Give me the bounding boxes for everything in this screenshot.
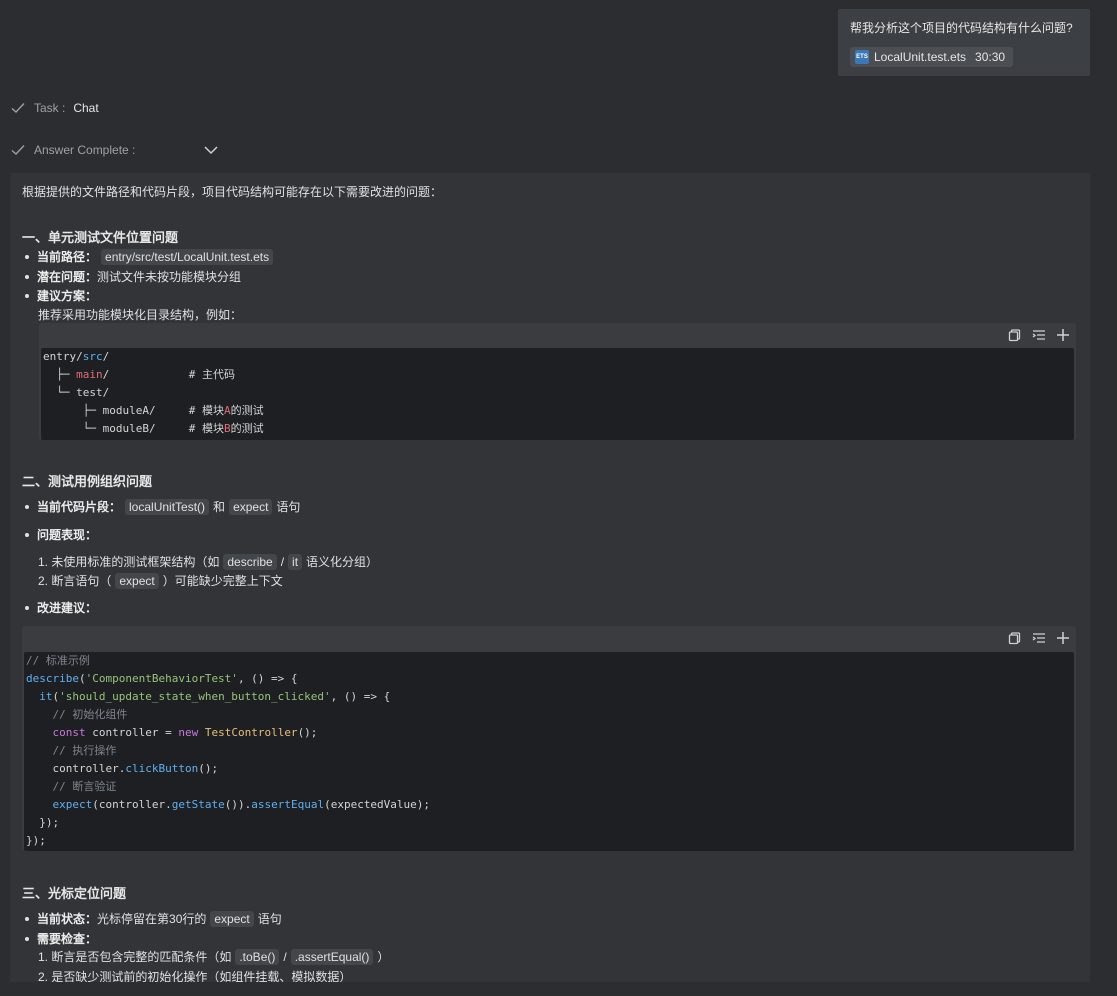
answer-intro: 根据提供的文件路径和代码片段，项目代码结构可能存在以下需要改进的问题： [22,185,443,199]
answer-complete-label: Answer Complete : [34,143,136,157]
task-value: Chat [73,101,99,115]
add-icon[interactable] [1056,328,1070,342]
answer-panel: 根据提供的文件路径和代码片段，项目代码结构可能存在以下需要改进的问题： 一、单元… [10,173,1090,982]
answer-status-row: Answer Complete : [10,142,219,158]
code-toolbar [1008,328,1070,342]
inline-code: entry/src/test/LocalUnit.test.ets [101,248,274,265]
list-item: 建议方案： [22,287,97,304]
section2-title: 二、测试用例组织问题 [22,474,153,489]
file-line: 30:30 [975,50,1006,64]
list-item: 潜在问题： 测试文件未按功能模块分组 [22,268,241,285]
list-item: 当前代码片段： localUnitTest() 和 expect 语句 [22,498,300,515]
list-item: 需要检查： [22,930,97,947]
user-question: 帮我分析这个项目的代码结构有什么问题? [850,21,1073,35]
list-item: 2. 断言语句（ expect ）可能缺少完整上下文 [38,573,283,589]
insert-icon[interactable] [1032,328,1046,342]
copy-icon[interactable] [1008,631,1022,645]
code-block-tree: entry/src/ ├─ main/ # 主代码 └─ test/ ├─ mo… [39,323,1076,440]
insert-icon[interactable] [1032,631,1046,645]
list-item: 1. 未使用标准的测试框架结构（如 describe / it 语义化分组） [38,554,379,570]
list-item: 改进建议： [22,599,97,616]
code-toolbar [1008,631,1070,645]
file-reference-chip[interactable]: ETS LocalUnit.test.ets 30:30 [850,47,1014,67]
check-icon [11,145,25,155]
task-status-row: Task : Chat [10,100,99,116]
list-item: 2. 是否缺少测试前的初始化操作（如组件挂载、模拟数据） [38,970,352,982]
file-name: LocalUnit.test.ets [874,50,967,64]
ets-file-icon: ETS [855,50,869,64]
code-body: // 标准示例 describe('ComponentBehaviorTest'… [24,652,1074,851]
list-item: 当前路径： entry/src/test/LocalUnit.test.ets [22,248,277,265]
code-block-example: // 标准示例 describe('ComponentBehaviorTest'… [22,626,1076,851]
section1-title: 一、单元测试文件位置问题 [22,230,179,245]
list-item: 当前状态： 光标停留在第30行的 expect 语句 [22,910,282,927]
chevron-down-icon[interactable] [203,142,219,158]
check-icon [11,103,25,113]
add-icon[interactable] [1056,631,1070,645]
section3-title: 三、光标定位问题 [22,886,127,901]
suggestion-text: 推荐采用功能模块化目录结构，例如： [38,308,243,322]
user-message: 帮我分析这个项目的代码结构有什么问题? ETS LocalUnit.test.e… [838,9,1090,76]
list-item: 问题表现： [22,526,97,543]
code-body: entry/src/ ├─ main/ # 主代码 └─ test/ ├─ mo… [41,348,1074,440]
task-label: Task : [34,101,66,115]
copy-icon[interactable] [1008,328,1022,342]
list-item: 1. 断言是否包含完整的匹配条件（如 .toBe() / .assertEqual()… [38,949,390,965]
